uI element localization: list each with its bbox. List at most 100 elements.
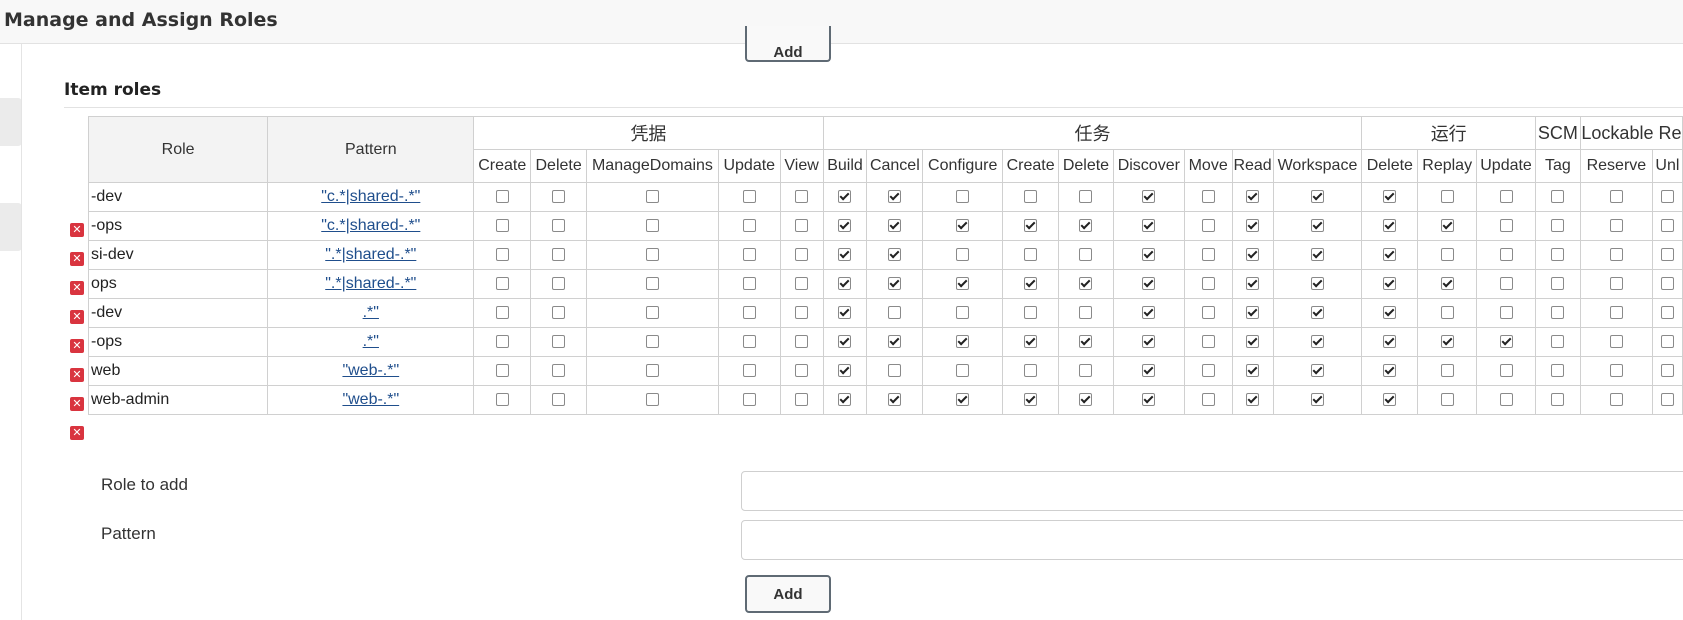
permission-checkbox[interactable]	[838, 190, 852, 204]
permission-checkbox[interactable]	[495, 393, 509, 407]
permission-checkbox[interactable]	[1551, 277, 1565, 291]
permission-checkbox[interactable]	[1609, 364, 1623, 378]
permission-checkbox[interactable]	[1660, 248, 1674, 262]
permission-checkbox[interactable]	[1383, 277, 1397, 291]
permission-checkbox[interactable]	[795, 393, 809, 407]
permission-checkbox[interactable]	[1383, 393, 1397, 407]
permission-checkbox[interactable]	[1499, 364, 1513, 378]
permission-checkbox[interactable]	[1310, 248, 1324, 262]
permission-checkbox[interactable]	[956, 393, 970, 407]
permission-checkbox[interactable]	[1079, 190, 1093, 204]
permission-checkbox[interactable]	[888, 306, 902, 320]
permission-checkbox[interactable]	[645, 277, 659, 291]
permission-checkbox[interactable]	[888, 335, 902, 349]
permission-checkbox[interactable]	[495, 248, 509, 262]
permission-checkbox[interactable]	[645, 219, 659, 233]
permission-checkbox[interactable]	[1310, 190, 1324, 204]
pattern-input[interactable]	[741, 520, 1683, 560]
permission-checkbox[interactable]	[956, 248, 970, 262]
permission-checkbox[interactable]	[1079, 306, 1093, 320]
permission-checkbox[interactable]	[1440, 306, 1454, 320]
permission-checkbox[interactable]	[1024, 393, 1038, 407]
permission-checkbox[interactable]	[495, 335, 509, 349]
role-to-add-input[interactable]	[741, 471, 1683, 511]
permission-checkbox[interactable]	[795, 306, 809, 320]
permission-checkbox[interactable]	[1609, 190, 1623, 204]
permission-checkbox[interactable]	[1201, 219, 1215, 233]
permission-checkbox[interactable]	[838, 248, 852, 262]
permission-checkbox[interactable]	[1383, 190, 1397, 204]
permission-checkbox[interactable]	[956, 335, 970, 349]
permission-checkbox[interactable]	[1383, 335, 1397, 349]
permission-checkbox[interactable]	[742, 393, 756, 407]
permission-checkbox[interactable]	[795, 364, 809, 378]
permission-checkbox[interactable]	[742, 277, 756, 291]
permission-checkbox[interactable]	[495, 306, 509, 320]
permission-checkbox[interactable]	[1142, 190, 1156, 204]
permission-checkbox[interactable]	[888, 364, 902, 378]
delete-role-icon[interactable]: ✕	[70, 339, 84, 353]
permission-checkbox[interactable]	[838, 393, 852, 407]
permission-checkbox[interactable]	[742, 335, 756, 349]
permission-checkbox[interactable]	[1551, 393, 1565, 407]
permission-checkbox[interactable]	[495, 364, 509, 378]
permission-checkbox[interactable]	[1551, 364, 1565, 378]
permission-checkbox[interactable]	[1440, 248, 1454, 262]
permission-checkbox[interactable]	[1024, 219, 1038, 233]
permission-checkbox[interactable]	[552, 190, 566, 204]
permission-checkbox[interactable]	[1024, 335, 1038, 349]
permission-checkbox[interactable]	[1660, 393, 1674, 407]
permission-checkbox[interactable]	[956, 277, 970, 291]
permission-checkbox[interactable]	[1201, 364, 1215, 378]
permission-checkbox[interactable]	[1440, 219, 1454, 233]
permission-checkbox[interactable]	[1201, 306, 1215, 320]
permission-checkbox[interactable]	[1310, 393, 1324, 407]
permission-checkbox[interactable]	[1201, 248, 1215, 262]
permission-checkbox[interactable]	[552, 277, 566, 291]
permission-checkbox[interactable]	[1609, 306, 1623, 320]
permission-checkbox[interactable]	[495, 277, 509, 291]
permission-checkbox[interactable]	[1609, 219, 1623, 233]
pattern-link[interactable]: "c.*|shared-.*"	[321, 188, 420, 205]
permission-checkbox[interactable]	[1079, 248, 1093, 262]
permission-checkbox[interactable]	[1440, 190, 1454, 204]
permission-checkbox[interactable]	[1079, 219, 1093, 233]
permission-checkbox[interactable]	[795, 219, 809, 233]
permission-checkbox[interactable]	[742, 248, 756, 262]
delete-role-icon[interactable]: ✕	[70, 310, 84, 324]
permission-checkbox[interactable]	[1551, 219, 1565, 233]
permission-checkbox[interactable]	[1246, 277, 1260, 291]
add-role-button[interactable]: Add	[745, 575, 831, 613]
permission-checkbox[interactable]	[645, 248, 659, 262]
permission-checkbox[interactable]	[1660, 190, 1674, 204]
permission-checkbox[interactable]	[1660, 364, 1674, 378]
permission-checkbox[interactable]	[645, 190, 659, 204]
permission-checkbox[interactable]	[1440, 335, 1454, 349]
permission-checkbox[interactable]	[645, 335, 659, 349]
pattern-link[interactable]: ".*|shared-.*"	[325, 275, 416, 292]
permission-checkbox[interactable]	[1079, 277, 1093, 291]
permission-checkbox[interactable]	[1142, 248, 1156, 262]
permission-checkbox[interactable]	[1201, 393, 1215, 407]
permission-checkbox[interactable]	[1079, 335, 1093, 349]
pattern-link[interactable]: "web-.*"	[342, 362, 399, 379]
permission-checkbox[interactable]	[495, 190, 509, 204]
delete-role-icon[interactable]: ✕	[70, 397, 84, 411]
permission-checkbox[interactable]	[1142, 393, 1156, 407]
permission-checkbox[interactable]	[888, 277, 902, 291]
permission-checkbox[interactable]	[1383, 219, 1397, 233]
permission-checkbox[interactable]	[888, 393, 902, 407]
permission-checkbox[interactable]	[1499, 335, 1513, 349]
permission-checkbox[interactable]	[1310, 364, 1324, 378]
permission-checkbox[interactable]	[742, 364, 756, 378]
permission-checkbox[interactable]	[1609, 393, 1623, 407]
permission-checkbox[interactable]	[1201, 335, 1215, 349]
permission-checkbox[interactable]	[1499, 219, 1513, 233]
permission-checkbox[interactable]	[742, 219, 756, 233]
permission-checkbox[interactable]	[1201, 190, 1215, 204]
permission-checkbox[interactable]	[1660, 219, 1674, 233]
permission-checkbox[interactable]	[742, 190, 756, 204]
permission-checkbox[interactable]	[552, 219, 566, 233]
permission-checkbox[interactable]	[1551, 335, 1565, 349]
pattern-link[interactable]: .*"	[363, 333, 379, 350]
